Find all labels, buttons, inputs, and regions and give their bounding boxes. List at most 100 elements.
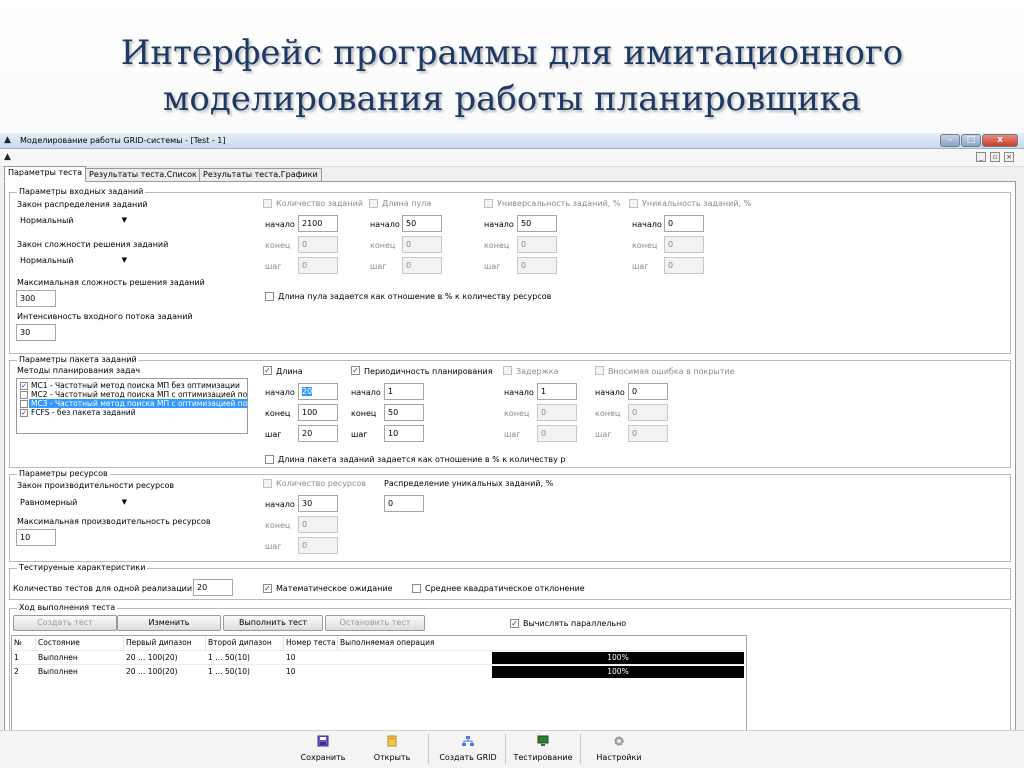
- tasks-count-step-field[interactable]: 0: [298, 257, 338, 274]
- column-header-range2[interactable]: Второй дипазон: [206, 636, 284, 650]
- column-header-test-number[interactable]: Номер теста: [284, 636, 338, 650]
- universality-end-field[interactable]: 0: [517, 236, 557, 253]
- pool-length-step-field[interactable]: 0: [402, 257, 442, 274]
- dist-law-select[interactable]: Нормальный ▼: [16, 213, 132, 228]
- tab-test-parameters[interactable]: Параметры теста: [4, 166, 86, 182]
- save-button[interactable]: Сохранить: [292, 733, 354, 767]
- max-complexity-label: Максимальная сложность решения заданий: [17, 278, 205, 287]
- step-label: шаг: [265, 542, 282, 551]
- pool-length-checkbox[interactable]: [369, 199, 378, 208]
- resource-count-start-field[interactable]: 30: [298, 495, 338, 512]
- column-header-operation[interactable]: Выполняемая операция: [338, 636, 746, 650]
- periodicity-start-field[interactable]: 1: [384, 383, 424, 400]
- open-button[interactable]: Открыть: [364, 733, 420, 767]
- toolbar-separator: [505, 734, 506, 764]
- methods-listbox[interactable]: ✓ МС1 - Частотный метод поиска МП без оп…: [16, 378, 248, 434]
- maximize-button[interactable]: □: [961, 134, 981, 147]
- table-row[interactable]: 1 Выполнен 20 … 100(20) 1 … 50(10) 10 10…: [12, 650, 746, 664]
- uniqueness-step-field[interactable]: 0: [664, 257, 704, 274]
- resource-count-end-field[interactable]: 0: [298, 516, 338, 533]
- universality-checkbox[interactable]: [484, 199, 493, 208]
- coverage-error-step-field[interactable]: 0: [628, 425, 668, 442]
- progress-group: Ход выполнения теста Создать тест Измени…: [9, 603, 1011, 750]
- complexity-law-select[interactable]: Нормальный ▼: [16, 253, 132, 268]
- window-titlebar[interactable]: ▲ Моделирование работы GRID-системы - [T…: [0, 133, 1024, 149]
- table-row[interactable]: 2 Выполнен 20 … 100(20) 1 … 50(10) 10 10…: [12, 664, 746, 678]
- stop-test-button[interactable]: Остановить тест: [325, 615, 425, 631]
- list-item[interactable]: МС2 - Частотный метод поиска МП с оптими…: [31, 390, 247, 399]
- tab-results-list[interactable]: Результаты теста.Список: [85, 168, 201, 182]
- perf-law-select[interactable]: Равномерный ▼: [16, 495, 132, 510]
- method-2-checkbox[interactable]: [20, 391, 28, 399]
- mdi-restore-button[interactable]: ▫: [990, 152, 1000, 162]
- testing-button[interactable]: Тестирование: [510, 733, 576, 767]
- coverage-error-checkbox[interactable]: [595, 366, 604, 375]
- settings-button[interactable]: Настройки: [590, 733, 648, 767]
- method-1-checkbox[interactable]: ✓: [20, 382, 28, 390]
- step-label: шаг: [595, 430, 612, 439]
- std-checkbox[interactable]: [412, 584, 421, 593]
- length-start-field[interactable]: 20: [298, 383, 338, 400]
- column-header-state[interactable]: Состояние: [36, 636, 124, 650]
- tests-count-field[interactable]: 20: [193, 579, 233, 596]
- tasks-count-end-field[interactable]: 0: [298, 236, 338, 253]
- intensity-field[interactable]: 30: [16, 324, 56, 341]
- length-checkbox[interactable]: ✓: [263, 366, 272, 375]
- unique-dist-field[interactable]: 0: [384, 495, 424, 512]
- max-complexity-field[interactable]: 300: [16, 290, 56, 307]
- pool-length-start-field[interactable]: 50: [402, 215, 442, 232]
- app-icon: ▲: [4, 135, 11, 145]
- coverage-error-end-field[interactable]: 0: [628, 404, 668, 421]
- tab-results-charts[interactable]: Результаты теста.Графики: [199, 168, 322, 182]
- method-4-checkbox[interactable]: ✓: [20, 409, 28, 417]
- uniqueness-end-field[interactable]: 0: [664, 236, 704, 253]
- mdi-minimize-button[interactable]: _: [976, 152, 986, 162]
- packet-group: Параметры пакета заданий Методы планиров…: [9, 355, 1011, 468]
- minimize-button[interactable]: –: [940, 134, 960, 147]
- column-header-range1[interactable]: Первый дипазон: [124, 636, 206, 650]
- periodicity-step-field[interactable]: 10: [384, 425, 424, 442]
- periodicity-end-field[interactable]: 50: [384, 404, 424, 421]
- delay-checkbox[interactable]: [503, 366, 512, 375]
- run-test-button[interactable]: Выполнить тест: [223, 615, 323, 631]
- mean-checkbox[interactable]: ✓: [263, 584, 272, 593]
- delay-start-field[interactable]: 1: [537, 383, 577, 400]
- end-label: конец: [370, 241, 396, 250]
- delay-end-field[interactable]: 0: [537, 404, 577, 421]
- length-end-field[interactable]: 100: [298, 404, 338, 421]
- edit-button[interactable]: Изменить: [117, 615, 221, 631]
- close-button[interactable]: x: [982, 134, 1018, 147]
- list-item[interactable]: FCFS - без пакета заданий: [31, 408, 136, 417]
- universality-start-field[interactable]: 50: [517, 215, 557, 232]
- pool-length-end-field[interactable]: 0: [402, 236, 442, 253]
- tasks-count-checkbox[interactable]: [263, 199, 272, 208]
- list-item[interactable]: МС1 - Частотный метод поиска МП без опти…: [31, 381, 240, 390]
- packet-ratio-checkbox[interactable]: [265, 455, 274, 464]
- resource-count-step-field[interactable]: 0: [298, 537, 338, 554]
- periodicity-checkbox[interactable]: ✓: [351, 366, 360, 375]
- create-test-button[interactable]: Создать тест: [13, 615, 117, 631]
- start-label: начало: [265, 388, 295, 397]
- delay-step-field[interactable]: 0: [537, 425, 577, 442]
- length-step-field[interactable]: 20: [298, 425, 338, 442]
- uniqueness-start-field[interactable]: 0: [664, 215, 704, 232]
- method-3-checkbox[interactable]: [20, 400, 28, 408]
- mdi-close-button[interactable]: ×: [1004, 152, 1014, 162]
- uniqueness-checkbox[interactable]: [629, 199, 638, 208]
- column-header-number[interactable]: №: [12, 636, 36, 650]
- child-window-icon[interactable]: ▲: [4, 152, 14, 162]
- cell-test-number: 10: [286, 667, 296, 676]
- complexity-law-value: Нормальный: [20, 256, 74, 265]
- pool-length-label: Длина пула: [382, 199, 432, 208]
- universality-step-field[interactable]: 0: [517, 257, 557, 274]
- group-title: Тестируеные характеристики: [17, 563, 148, 572]
- max-perf-field[interactable]: 10: [16, 529, 56, 546]
- list-item-selected[interactable]: МС3 - Частотный метод поиска МП с оптими…: [29, 399, 247, 408]
- step-label: шаг: [265, 262, 282, 271]
- tasks-count-start-field[interactable]: 2100: [298, 215, 338, 232]
- create-grid-button[interactable]: Создать GRID: [434, 733, 502, 767]
- resource-count-checkbox[interactable]: [263, 479, 272, 488]
- parallel-checkbox[interactable]: ✓: [510, 619, 519, 628]
- pool-ratio-checkbox[interactable]: [265, 292, 274, 301]
- coverage-error-start-field[interactable]: 0: [628, 383, 668, 400]
